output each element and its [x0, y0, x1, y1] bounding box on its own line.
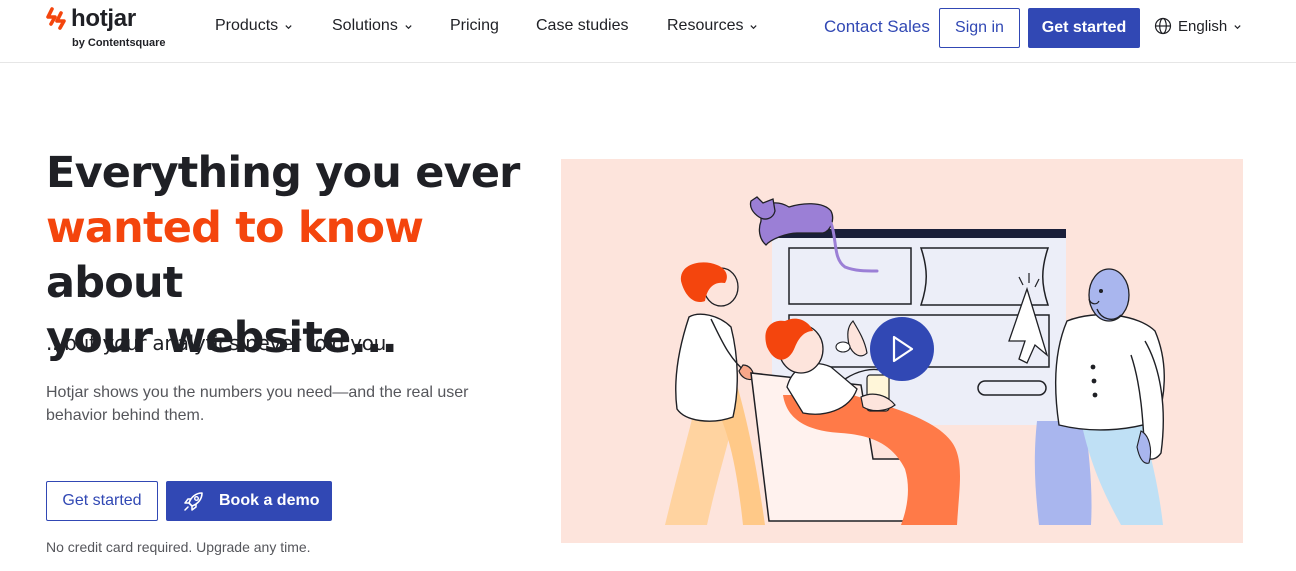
- nav-pricing[interactable]: Pricing: [450, 17, 499, 35]
- contact-sales-link[interactable]: Contact Sales: [824, 17, 930, 37]
- hero-title-accent: wanted to know: [46, 203, 424, 253]
- sign-in-button[interactable]: Sign in: [939, 8, 1020, 48]
- hero-subtitle: ...but your analytics never told you.: [46, 331, 393, 355]
- globe-icon: [1154, 17, 1172, 35]
- nav-label: Solutions: [332, 17, 398, 34]
- nav-label: Pricing: [450, 17, 499, 34]
- woman-figure-graphic: [665, 262, 765, 525]
- language-label: English: [1178, 17, 1228, 35]
- hotjar-logo[interactable]: hotjar by Contentsquare: [46, 4, 181, 54]
- logo-byline: by Contentsquare: [72, 37, 166, 49]
- rocket-icon: [184, 492, 203, 511]
- no-credit-card-note: No credit card required. Upgrade any tim…: [46, 539, 311, 555]
- chevron-down-icon: [285, 24, 292, 29]
- hero-description: Hotjar shows you the numbers you need—an…: [46, 384, 469, 424]
- nav-solutions[interactable]: Solutions: [332, 17, 413, 35]
- header-get-started-button[interactable]: Get started: [1028, 8, 1140, 48]
- hero-illustration: [561, 159, 1243, 543]
- nav-label: Case studies: [536, 17, 629, 34]
- nav-products[interactable]: Products: [215, 17, 293, 35]
- nav-label: Products: [215, 17, 279, 34]
- hero-title-after-accent: about: [46, 258, 183, 308]
- nav-resources[interactable]: Resources: [667, 17, 758, 35]
- hero-title-line1: Everything you ever: [46, 148, 520, 198]
- play-button-graphic[interactable]: [870, 317, 934, 381]
- chevron-down-icon: [750, 24, 758, 29]
- hotjar-mark-icon: [46, 7, 66, 30]
- site-header: hotjar by Contentsquare Products Solutio…: [0, 0, 1296, 63]
- book-demo-label: Book a demo: [219, 492, 320, 509]
- illustration-art: [665, 196, 1165, 525]
- chevron-down-icon: [405, 24, 412, 29]
- hero-get-started-button[interactable]: Get started: [46, 481, 158, 521]
- nav-label: Resources: [667, 17, 744, 34]
- book-demo-button[interactable]: Book a demo: [166, 481, 332, 521]
- language-selector[interactable]: English: [1154, 17, 1242, 35]
- logo-wordmark: hotjar: [71, 5, 136, 32]
- chevron-down-icon: [1234, 24, 1241, 29]
- nav-case-studies[interactable]: Case studies: [536, 17, 629, 35]
